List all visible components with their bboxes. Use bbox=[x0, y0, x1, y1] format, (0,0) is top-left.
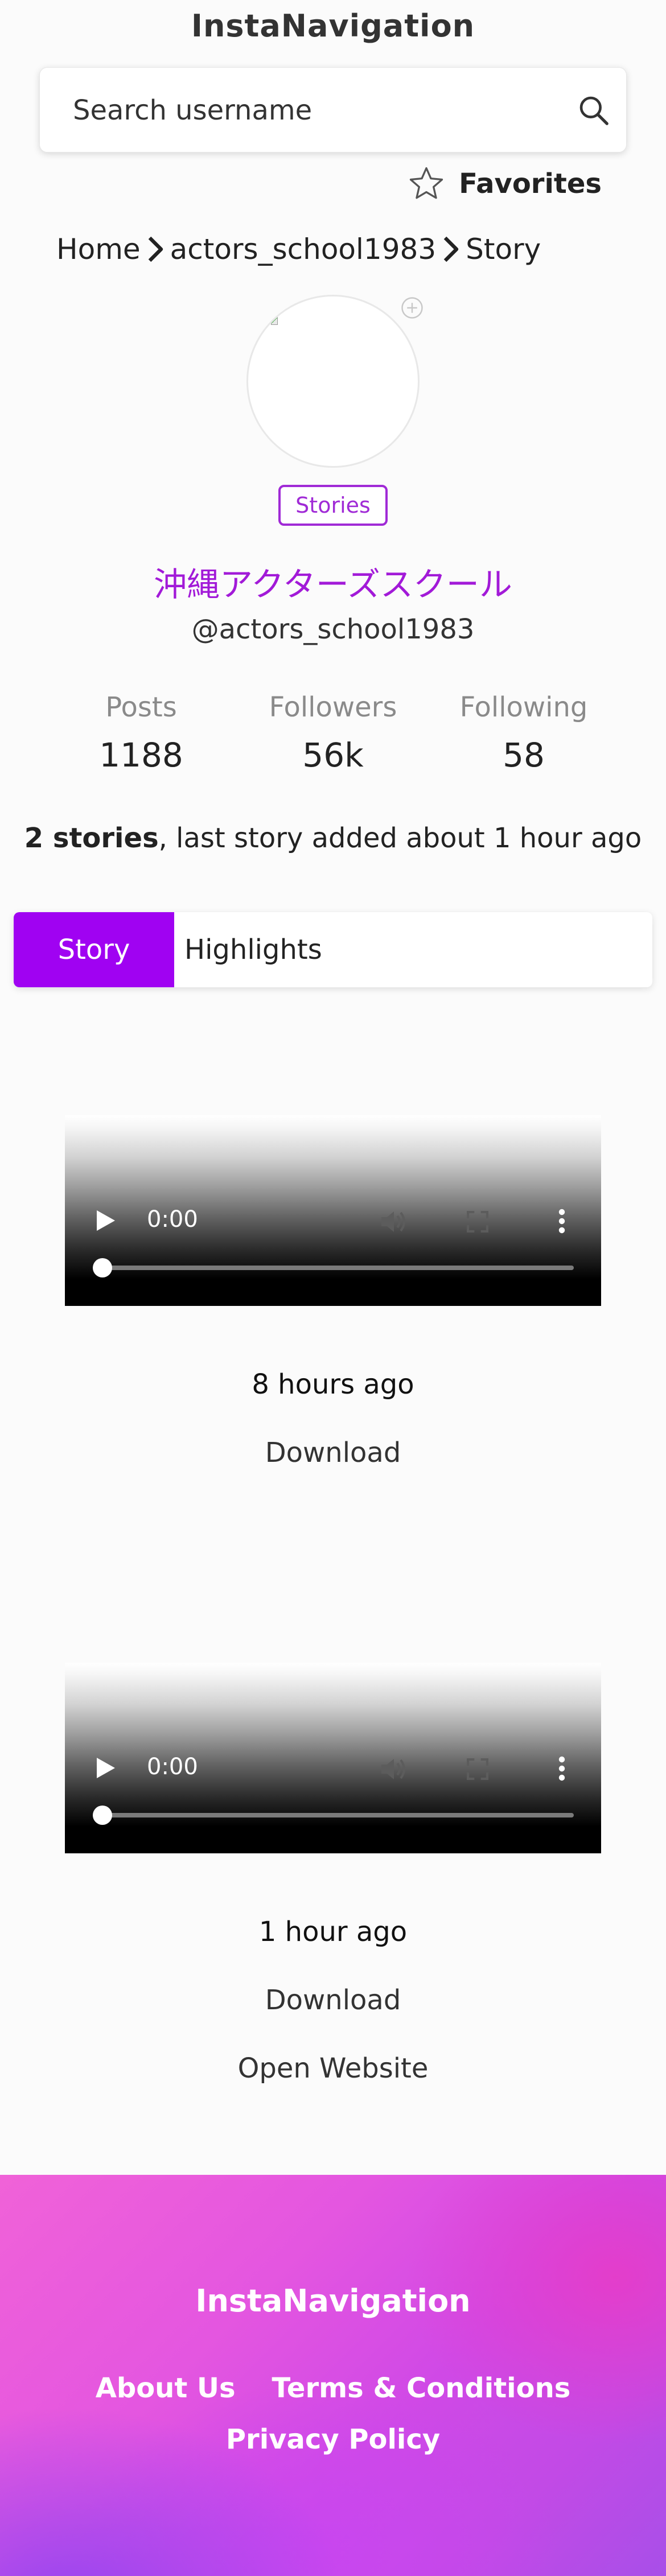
play-icon[interactable] bbox=[97, 1210, 115, 1231]
download-link: Download bbox=[0, 1437, 666, 1469]
search-input[interactable] bbox=[73, 68, 562, 153]
stat-value: 1188 bbox=[99, 736, 183, 774]
video-current-time: 0:00 bbox=[147, 1754, 198, 1780]
stories-badge[interactable]: Stories bbox=[278, 485, 388, 526]
favorites-label: Favorites bbox=[459, 168, 602, 200]
breadcrumb-current: Story bbox=[466, 233, 541, 266]
breadcrumb: Home actors_school1983 Story bbox=[56, 232, 541, 266]
open-website-link: Open Website bbox=[0, 2052, 666, 2084]
tab-highlights[interactable]: Highlights bbox=[174, 912, 322, 987]
avatar[interactable] bbox=[246, 295, 420, 468]
profile-username: @actors_school1983 bbox=[191, 613, 475, 645]
footer-link-terms[interactable]: Terms & Conditions bbox=[272, 2363, 571, 2414]
stat-value: 58 bbox=[503, 736, 545, 774]
app-title[interactable]: InstaNavigation bbox=[0, 8, 666, 44]
volume-icon[interactable] bbox=[381, 1210, 410, 1233]
footer-link-about[interactable]: About Us bbox=[96, 2363, 236, 2414]
download-link: Download bbox=[0, 1984, 666, 2016]
footer-title[interactable]: InstaNavigation bbox=[0, 2283, 666, 2319]
breadcrumb-profile[interactable]: actors_school1983 bbox=[170, 233, 436, 266]
video-progress-bar[interactable] bbox=[100, 1266, 574, 1270]
stat-following: Following 58 bbox=[430, 691, 618, 774]
more-options-icon[interactable] bbox=[558, 1756, 566, 1781]
tab-story[interactable]: Story bbox=[14, 912, 174, 987]
play-icon[interactable] bbox=[97, 1758, 115, 1778]
profile-display-name: 沖縄アクターズスクール bbox=[154, 565, 512, 604]
fullscreen-icon[interactable] bbox=[467, 1211, 488, 1233]
footer: InstaNavigation About Us Terms & Conditio… bbox=[0, 2175, 666, 2576]
story-video-player[interactable]: 0:00 bbox=[65, 1663, 601, 1853]
broken-image-icon bbox=[271, 317, 278, 325]
search-icon[interactable] bbox=[576, 93, 611, 128]
video-progress-thumb[interactable] bbox=[93, 1806, 112, 1825]
stat-value: 56k bbox=[302, 736, 364, 774]
star-icon bbox=[410, 167, 443, 199]
video-current-time: 0:00 bbox=[147, 1206, 198, 1233]
stat-label: Followers bbox=[269, 691, 397, 723]
breadcrumb-home[interactable]: Home bbox=[56, 233, 141, 266]
tab-bar: Story Highlights bbox=[14, 912, 652, 987]
download-button[interactable]: Download bbox=[265, 1984, 401, 2016]
video-progress-bar[interactable] bbox=[100, 1813, 574, 1817]
stat-posts: Posts 1188 bbox=[47, 691, 235, 774]
story-posted-time: 1 hour ago bbox=[258, 1916, 408, 1948]
more-options-icon[interactable] bbox=[558, 1209, 566, 1234]
story-video-player[interactable]: 0:00 bbox=[65, 1115, 601, 1306]
search-box bbox=[39, 67, 627, 153]
stat-label: Following bbox=[459, 691, 588, 723]
stories-summary: 2 stories, last story added about 1 hour… bbox=[0, 822, 666, 854]
chevron-right-icon bbox=[443, 236, 459, 262]
download-button[interactable]: Download bbox=[265, 1437, 401, 1469]
story-posted-time: 8 hours ago bbox=[252, 1369, 414, 1400]
open-website-button[interactable]: Open Website bbox=[238, 2052, 429, 2084]
chevron-right-icon bbox=[148, 236, 163, 262]
fullscreen-icon[interactable] bbox=[467, 1758, 488, 1780]
add-favorite-icon[interactable] bbox=[400, 296, 424, 320]
favorites-button[interactable]: Favorites bbox=[408, 165, 602, 203]
footer-link-privacy[interactable]: Privacy Policy bbox=[226, 2414, 440, 2465]
footer-links: About Us Terms & Conditions Privacy Polic… bbox=[0, 2363, 666, 2465]
video-progress-thumb[interactable] bbox=[93, 1258, 112, 1277]
stat-label: Posts bbox=[105, 691, 177, 723]
stories-count: 2 stories bbox=[24, 822, 159, 854]
stories-last-added: , last story added about 1 hour ago bbox=[158, 822, 642, 854]
volume-icon[interactable] bbox=[381, 1758, 410, 1780]
stat-followers: Followers 56k bbox=[239, 691, 427, 774]
